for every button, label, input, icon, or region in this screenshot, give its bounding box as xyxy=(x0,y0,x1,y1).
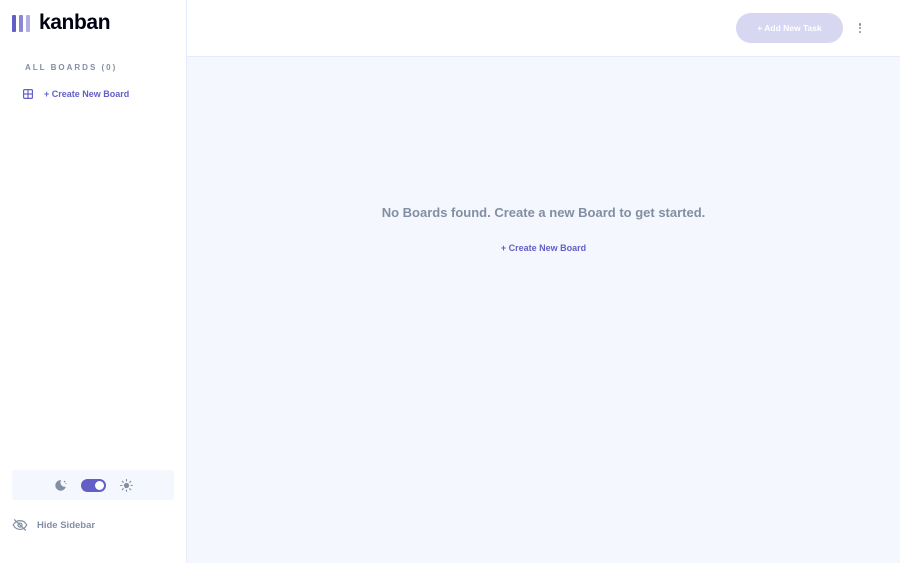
all-boards-heading: ALL BOARDS (0) xyxy=(25,63,118,72)
sidebar-create-board-label: + Create New Board xyxy=(44,89,130,99)
hide-sidebar-button[interactable]: Hide Sidebar xyxy=(12,519,95,531)
add-new-task-button[interactable]: + Add New Task xyxy=(736,13,843,43)
board-icon xyxy=(23,89,33,99)
app-logo: kanban xyxy=(12,11,111,34)
vertical-ellipsis-icon xyxy=(858,26,862,30)
empty-state-create-board-button[interactable]: + Create New Board xyxy=(187,243,900,253)
top-header: + Add New Task xyxy=(187,0,900,57)
sidebar-create-board-button[interactable]: + Create New Board xyxy=(23,89,129,99)
empty-state-message: No Boards found. Create a new Board to g… xyxy=(381,205,706,220)
sun-icon xyxy=(119,478,133,492)
vertical-ellipsis-icon xyxy=(858,30,862,33)
more-options-button[interactable] xyxy=(854,20,866,36)
theme-toggle-panel xyxy=(12,470,174,500)
board-area: No Boards found. Create a new Board to g… xyxy=(187,57,900,563)
theme-toggle-switch[interactable] xyxy=(80,478,106,492)
logo-bars-icon xyxy=(12,14,30,32)
vertical-ellipsis-icon xyxy=(858,23,862,26)
sidebar: kanban ALL BOARDS (0) + Create New Board xyxy=(0,0,187,563)
moon-icon xyxy=(54,479,67,491)
app-name: kanban xyxy=(39,11,111,34)
eye-slash-icon xyxy=(12,519,28,531)
toggle-knob xyxy=(94,480,104,490)
hide-sidebar-label: Hide Sidebar xyxy=(37,519,96,531)
